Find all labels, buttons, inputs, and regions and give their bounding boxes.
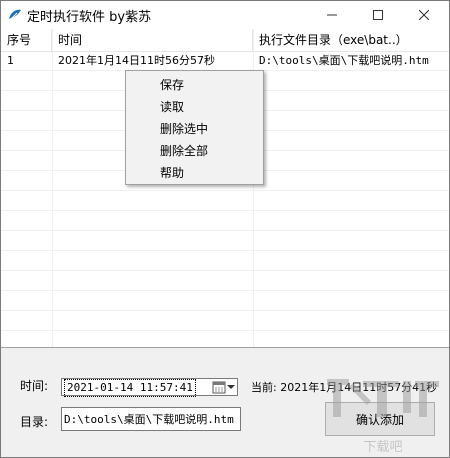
window-title: 定时执行软件 by紫苏 <box>27 10 152 25</box>
datetime-picker[interactable]: 2021-01-14 11:57:41 <box>61 378 238 397</box>
download-watermark-icon: 下载吧 <box>327 379 439 455</box>
menu-item-help[interactable]: 帮助 <box>126 162 263 184</box>
row-dir: D:\tools\桌面\下载吧说明.htm <box>259 54 429 67</box>
empty-row <box>1 191 449 211</box>
table-row[interactable]: 1 2021年1月14日11时56分57秒 D:\tools\桌面\下载吧说明.… <box>1 51 449 71</box>
calendar-icon[interactable] <box>212 380 226 394</box>
column-header-seq[interactable]: 序号 <box>1 29 52 51</box>
menu-item-delete-all[interactable]: 删除全部 <box>126 140 263 162</box>
maximize-button[interactable] <box>355 1 401 29</box>
menu-item-save[interactable]: 保存 <box>126 74 263 96</box>
empty-row <box>1 331 449 347</box>
empty-row <box>1 251 449 271</box>
minimize-button[interactable] <box>309 1 355 29</box>
row-time: 2021年1月14日11时56分57秒 <box>58 54 215 67</box>
dir-field[interactable]: D:\tools\桌面\下载吧说明.htm <box>61 407 241 431</box>
empty-row <box>1 271 449 291</box>
column-header-dir[interactable]: 执行文件目录（exe\bat..） <box>253 29 449 51</box>
menu-item-delete-selected[interactable]: 删除选中 <box>126 118 263 140</box>
list-header: 序号 时间 执行文件目录（exe\bat..） <box>1 29 449 52</box>
leaf-icon <box>9 9 21 21</box>
close-button[interactable] <box>401 1 447 29</box>
dir-field-value: D:\tools\桌面\下载吧说明.htm <box>64 413 234 426</box>
menu-item-load[interactable]: 读取 <box>126 96 263 118</box>
column-header-time[interactable]: 时间 <box>52 29 253 51</box>
maximize-icon <box>373 10 383 20</box>
empty-row <box>1 211 449 231</box>
app-window: 定时执行软件 by紫苏 序号 时间 执行文件目录（exe\bat..） 1 20… <box>0 0 450 458</box>
time-label: 时间: <box>20 379 49 393</box>
empty-row <box>1 231 449 251</box>
watermark-text: 下载吧 <box>363 440 402 455</box>
context-menu: 保存 读取 删除选中 删除全部 帮助 <box>125 70 264 185</box>
minimize-icon <box>327 14 337 16</box>
empty-row <box>1 291 449 311</box>
title-bar: 定时执行软件 by紫苏 <box>1 1 449 29</box>
chevron-down-icon[interactable] <box>225 381 237 393</box>
empty-row <box>1 311 449 331</box>
dir-label: 目录: <box>20 415 49 429</box>
row-seq: 1 <box>7 54 14 67</box>
close-icon <box>419 10 429 20</box>
datetime-value: 2021-01-14 11:57:41 <box>64 379 196 397</box>
